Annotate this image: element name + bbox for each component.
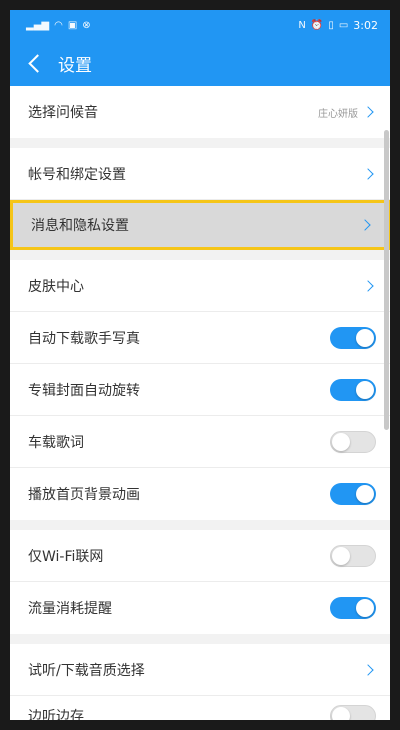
wifi-icon: ◠ (54, 19, 63, 31)
nfc-icon: N (298, 19, 306, 31)
settings-row-control (362, 167, 376, 180)
settings-group: 帐号和绑定设置 消息和隐私设置 (10, 148, 390, 250)
settings-row[interactable]: 皮肤中心 (10, 260, 390, 312)
toggle-knob (356, 599, 374, 617)
status-bar: ▂▄▆ ◠ ▣ ⊗ N ⏰ ▯ ▭ 3:02 (10, 10, 390, 40)
settings-row[interactable]: 消息和隐私设置 (10, 200, 390, 250)
chevron-right-icon (362, 167, 374, 180)
settings-row[interactable]: 流量消耗提醒 (10, 582, 390, 634)
settings-row[interactable]: 仅Wi-Fi联网 (10, 530, 390, 582)
settings-row-label: 消息和隐私设置 (31, 218, 129, 234)
toggle-switch[interactable] (330, 483, 376, 505)
settings-row[interactable]: 专辑封面自动旋转 (10, 364, 390, 416)
vibrate-icon: ▯ (328, 19, 334, 31)
toggle-knob (332, 432, 350, 451)
toggle-switch[interactable] (330, 378, 376, 401)
toggle-switch[interactable] (330, 326, 376, 349)
battery-icon: ▭ (338, 19, 349, 31)
settings-row[interactable]: 帐号和绑定设置 (10, 148, 390, 200)
phone-screen: ▂▄▆ ◠ ▣ ⊗ N ⏰ ▯ ▭ 3:02 设置 选择问候音 庄心妍版帐号和绑定… (10, 10, 390, 720)
toggle-switch[interactable] (330, 597, 376, 619)
page-title: 设置 (58, 55, 92, 76)
toggle-knob (332, 546, 350, 565)
settings-row-control (330, 597, 376, 619)
toggle-switch[interactable] (330, 430, 376, 453)
settings-row[interactable]: 播放首页背景动画 (10, 468, 390, 520)
scrollbar[interactable] (384, 130, 389, 430)
data-icon: ▣ (67, 19, 78, 31)
settings-row-label: 帐号和绑定设置 (28, 166, 126, 183)
settings-row-label: 专辑封面自动旋转 (28, 382, 140, 399)
toggle-switch[interactable] (330, 544, 376, 567)
settings-row-label: 流量消耗提醒 (28, 601, 112, 617)
settings-row-label: 仅Wi-Fi联网 (28, 548, 104, 565)
settings-row-label: 自动下载歌手写真 (28, 330, 140, 347)
settings-row-label: 播放首页背景动画 (28, 487, 140, 503)
settings-row-control (362, 279, 376, 292)
settings-row-control (330, 430, 376, 453)
settings-group: 皮肤中心自动下载歌手写真 专辑封面自动旋转 车载歌词播放首页背景动画 (10, 260, 390, 520)
settings-row-control (330, 326, 376, 349)
settings-row-label: 试听/下载音质选择 (28, 662, 145, 679)
settings-row[interactable]: 试听/下载音质选择 (10, 644, 390, 696)
settings-row-control (330, 483, 376, 505)
settings-row-label: 边听边存 (28, 709, 84, 720)
settings-row-label: 皮肤中心 (28, 278, 84, 295)
settings-row[interactable]: 选择问候音 庄心妍版 (10, 86, 390, 138)
toggle-switch[interactable] (330, 705, 376, 720)
back-arrow-icon (27, 53, 47, 73)
settings-group: 选择问候音 庄心妍版 (10, 86, 390, 138)
toggle-knob (356, 328, 374, 347)
status-right: N ⏰ ▯ ▭ 3:02 (298, 19, 378, 32)
signal-icon: ▂▄▆ (26, 19, 50, 31)
chevron-right-icon (359, 219, 371, 231)
settings-row[interactable]: 边听边存 (10, 696, 390, 720)
chevron-right-icon (362, 106, 374, 118)
settings-row-control (362, 663, 376, 676)
settings-row-label: 车载歌词 (28, 434, 84, 451)
settings-row-control: 庄心妍版 (318, 105, 376, 120)
settings-list[interactable]: 选择问候音 庄心妍版 帐号和绑定设置 消息和隐私设置 皮肤中心 自动下载歌手写真 专辑封面自… (10, 86, 390, 720)
settings-row[interactable]: 车载歌词 (10, 416, 390, 468)
settings-group: 试听/下载音质选择边听边存 (10, 644, 390, 720)
back-button[interactable] (20, 45, 50, 81)
toggle-knob (356, 485, 374, 503)
settings-row[interactable]: 自动下载歌手写真 (10, 312, 390, 364)
settings-row-control (359, 219, 373, 231)
settings-group: 仅Wi-Fi联网 流量消耗提醒 (10, 530, 390, 634)
settings-row-control (330, 544, 376, 567)
settings-row-control (330, 378, 376, 401)
chevron-right-icon (362, 279, 374, 292)
settings-row-label: 选择问候音 (28, 105, 98, 121)
toggle-knob (356, 380, 374, 399)
title-bar: 设置 (10, 40, 390, 86)
toggle-knob (332, 707, 350, 720)
nfc-icon: ⊗ (82, 19, 91, 31)
status-left: ▂▄▆ ◠ ▣ ⊗ (26, 20, 91, 31)
chevron-right-icon (362, 663, 374, 676)
settings-row-value: 庄心妍版 (318, 108, 358, 120)
settings-row-control (330, 705, 376, 720)
alarm-icon: ⏰ (310, 19, 324, 31)
status-time: 3:02 (353, 18, 378, 32)
